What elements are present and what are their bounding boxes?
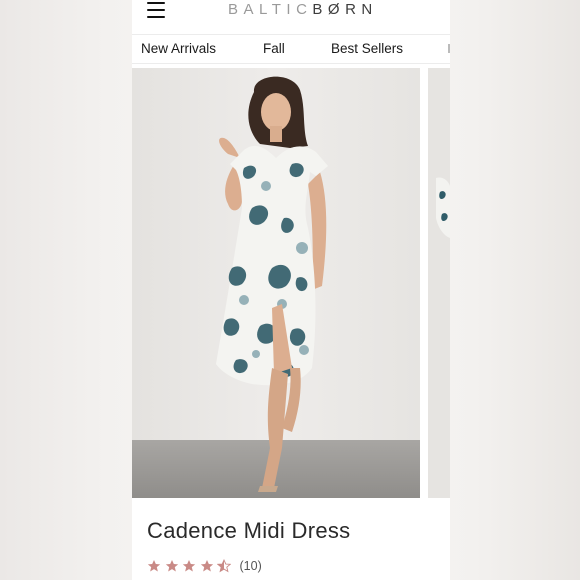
star-icon-full [165,560,178,572]
star-icon-full [147,560,161,572]
logo-text-baltic: BALTIC [228,1,313,18]
star-icon-full [200,560,213,572]
nav-item-best-sellers[interactable]: Best Sellers [331,41,403,56]
product-rating[interactable]: (10) [147,557,262,575]
star-icon-half [217,559,231,573]
product-photo [132,68,420,498]
category-nav: New Arrivals Fall Best Sellers [132,34,450,64]
product-image-main[interactable] [132,68,420,498]
star-icon-full [182,560,196,572]
product-image-next[interactable] [428,68,450,498]
review-count: (10) [239,559,262,573]
brand-logo[interactable]: BALTICBØRN [228,0,438,20]
nav-item-fall[interactable]: Fall [263,41,285,56]
product-title: Cadence Midi Dress [147,518,351,543]
nav-item-new-arrivals[interactable]: New Arrivals [141,41,216,56]
mobile-page: BALTICBØRN New Arrivals Fall Best Seller… [132,0,450,580]
logo-text-born: BØRN [312,1,378,18]
nav-overflow-indicator [448,44,450,53]
menu-icon[interactable] [147,2,165,18]
next-product-photo [428,68,450,498]
